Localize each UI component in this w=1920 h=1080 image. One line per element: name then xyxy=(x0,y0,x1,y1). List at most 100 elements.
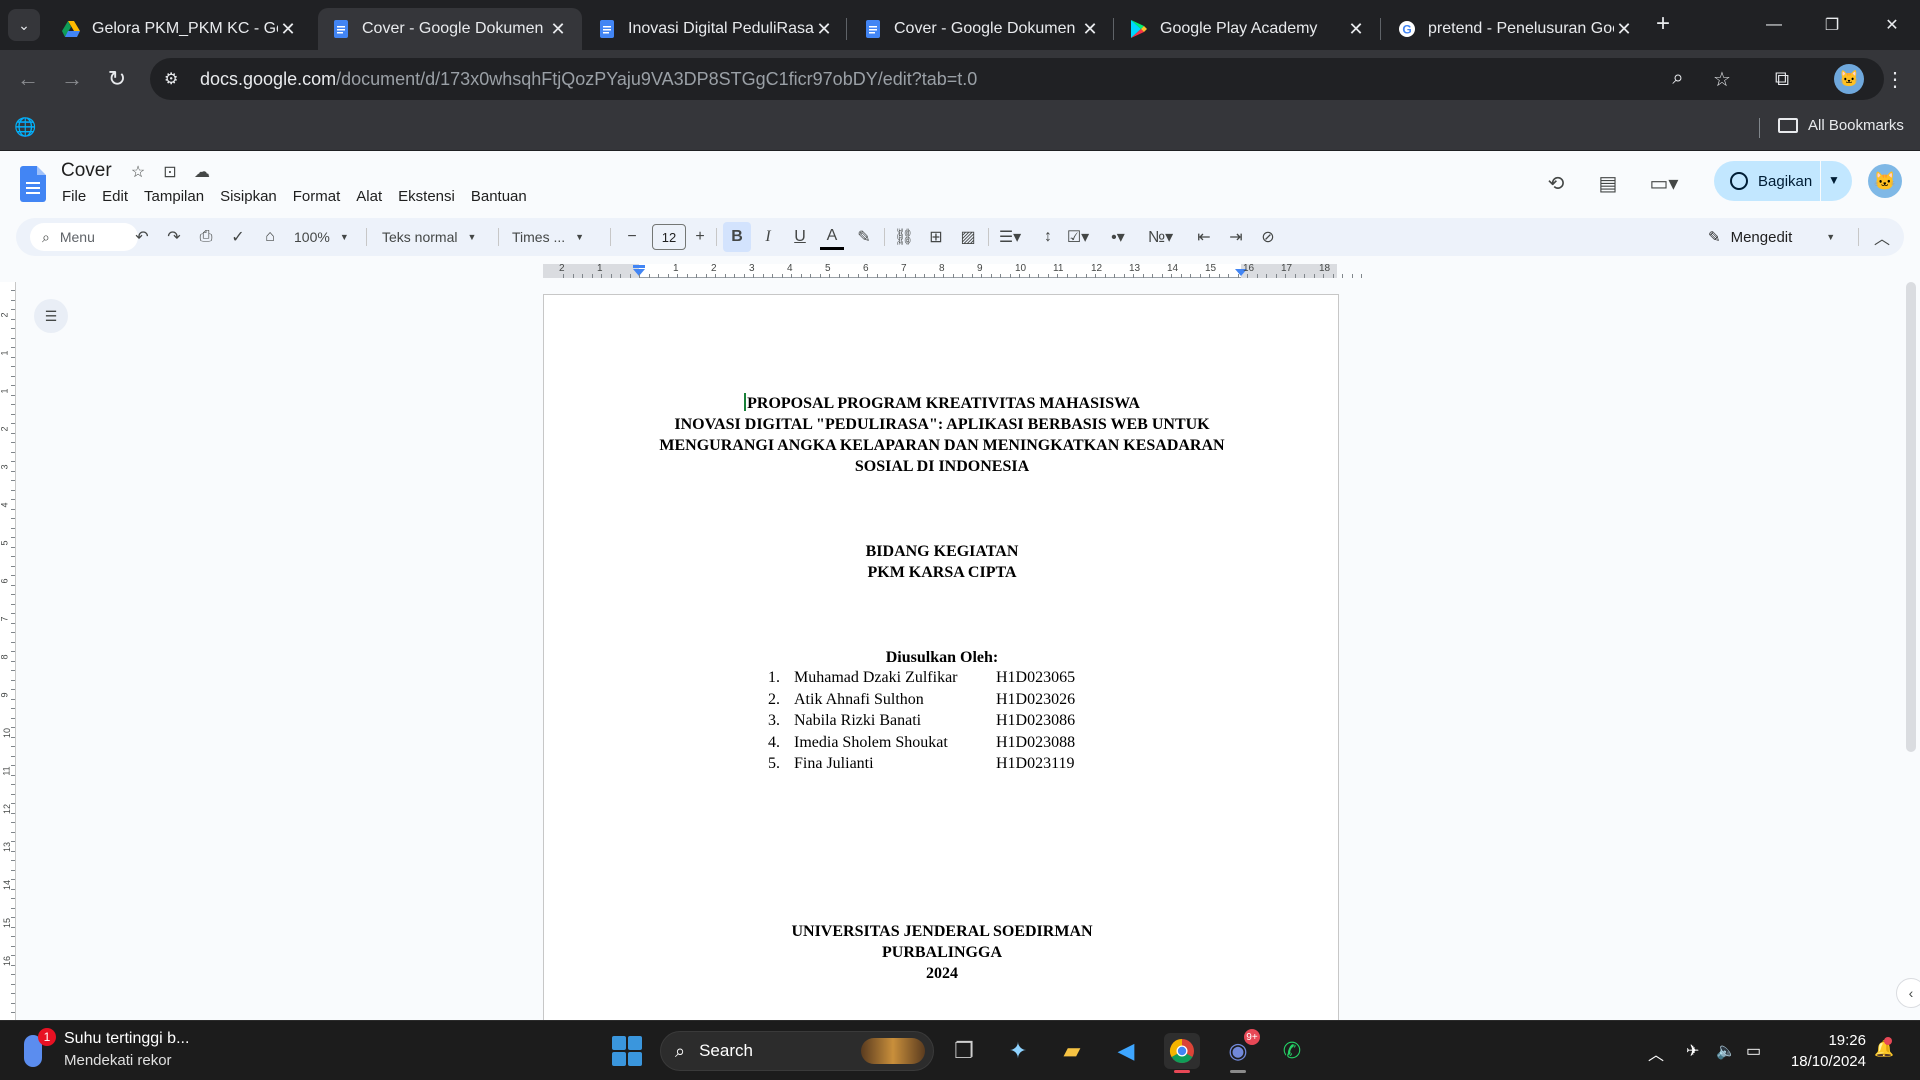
increase-font-size-icon[interactable]: + xyxy=(688,224,712,250)
bold-icon[interactable]: B xyxy=(725,224,749,250)
airplane-mode-icon[interactable]: ✈ xyxy=(1686,1041,1699,1061)
taskbar-search[interactable]: ⌕ Search xyxy=(660,1031,934,1071)
spellcheck-icon[interactable]: ✓ xyxy=(226,224,250,250)
numbered-list-icon[interactable]: №▾ xyxy=(1148,224,1173,250)
battery-icon[interactable]: ▭ xyxy=(1746,1041,1761,1061)
page-scrollbar[interactable] xyxy=(1906,282,1916,752)
print-icon[interactable]: ⎙ xyxy=(194,224,218,250)
menu-tools[interactable]: Alat xyxy=(356,188,382,205)
restore-button[interactable]: ❐ xyxy=(1812,10,1852,40)
chrome-icon[interactable] xyxy=(1164,1033,1200,1073)
close-tab-icon[interactable]: ✕ xyxy=(814,19,834,40)
menu-view[interactable]: Tampilan xyxy=(144,188,204,205)
copilot-icon[interactable]: ✦ xyxy=(1000,1033,1036,1069)
tab-pretend-search[interactable]: G pretend - Penelusuran Goo ✕ xyxy=(1384,8,1648,50)
chevron-down-icon[interactable]: ▼ xyxy=(1828,173,1840,187)
show-hidden-icons-icon[interactable]: ︿ xyxy=(1648,1041,1664,1065)
windows-start-icon[interactable] xyxy=(612,1036,642,1066)
proposer-heading[interactable]: Diusulkan Oleh: xyxy=(544,647,1340,668)
insert-link-icon[interactable]: ⛓ xyxy=(892,224,916,250)
tab-search-dropdown[interactable]: ⌄ xyxy=(8,9,40,41)
decrease-indent-icon[interactable]: ⇤ xyxy=(1192,224,1216,250)
new-tab-button[interactable]: + xyxy=(1648,9,1678,39)
first-line-indent-marker[interactable] xyxy=(633,265,645,268)
meet-camera-icon[interactable]: ▭▾ xyxy=(1648,167,1680,199)
align-icon[interactable]: ☰▾ xyxy=(998,224,1022,250)
system-clock[interactable]: 19:26 18/10/2024 xyxy=(1786,1030,1866,1072)
text-color-icon[interactable]: A xyxy=(820,224,844,250)
add-comment-icon[interactable]: ⊞ xyxy=(924,224,948,250)
increase-indent-icon[interactable]: ⇥ xyxy=(1224,224,1248,250)
whatsapp-icon[interactable]: ✆ xyxy=(1274,1033,1310,1069)
close-tab-icon[interactable]: ✕ xyxy=(278,19,298,40)
tab-inovasi-digital[interactable]: Inovasi Digital PeduliRasa / ✕ xyxy=(584,8,848,50)
site-info-icon[interactable]: ⚙ xyxy=(164,69,186,89)
menu-file[interactable]: File xyxy=(62,188,86,205)
notification-bell-icon[interactable]: 🔔 xyxy=(1874,1037,1894,1059)
comments-icon[interactable]: ▤ xyxy=(1592,167,1624,199)
tab-cover-2[interactable]: Cover - Google Dokumen ✕ xyxy=(850,8,1114,50)
menu-format[interactable]: Format xyxy=(293,188,341,205)
highlight-color-icon[interactable]: ✎ xyxy=(852,224,876,250)
field-block[interactable]: BIDANG KEGIATAN PKM KARSA CIPTA xyxy=(544,541,1340,583)
collapse-menus-icon[interactable]: ︿ xyxy=(1870,224,1894,250)
volume-icon[interactable]: 🔈 xyxy=(1716,1041,1736,1061)
menu-help[interactable]: Bantuan xyxy=(471,188,527,205)
document-title[interactable]: Cover xyxy=(61,160,112,182)
docs-logo-icon[interactable] xyxy=(20,166,46,202)
redo-icon[interactable]: ↷ xyxy=(162,224,186,250)
vscode-icon[interactable]: ◀ xyxy=(1108,1033,1144,1069)
horizontal-ruler[interactable]: 2 1 1 2 3 4 5 6 7 8 9 10 11 12 13 14 15 16 17 18 xyxy=(0,262,1920,280)
font-select[interactable]: Times ... ▼ xyxy=(512,224,584,250)
zoom-select[interactable]: 100% ▼ xyxy=(294,224,349,250)
italic-icon[interactable]: I xyxy=(756,224,780,250)
undo-icon[interactable]: ↶ xyxy=(130,224,154,250)
weather-title[interactable]: Suhu tertinggi b... xyxy=(64,1030,189,1048)
footer-block[interactable]: UNIVERSITAS JENDERAL SOEDIRMAN PURBALING… xyxy=(544,921,1340,984)
minimize-button[interactable]: — xyxy=(1754,10,1794,40)
close-tab-icon[interactable]: ✕ xyxy=(1346,19,1366,40)
discord-icon[interactable]: ◉ 9+ xyxy=(1220,1029,1260,1073)
underline-icon[interactable]: U xyxy=(788,224,812,250)
account-avatar[interactable]: 🐱 xyxy=(1868,164,1902,198)
checklist-icon[interactable]: ☑▾ xyxy=(1066,224,1090,250)
zoom-icon[interactable]: ⌕ xyxy=(1666,67,1690,90)
menu-edit[interactable]: Edit xyxy=(102,188,128,205)
task-view-icon[interactable]: ❐ xyxy=(946,1033,982,1069)
paragraph-style-select[interactable]: Teks normal ▼ xyxy=(382,224,476,250)
share-button[interactable]: Bagikan ▼ xyxy=(1714,161,1852,201)
version-history-icon[interactable]: ⟲ xyxy=(1540,167,1572,199)
menu-extensions[interactable]: Ekstensi xyxy=(398,188,455,205)
menu-search-input[interactable]: ⌕ Menu xyxy=(30,223,138,251)
weather-subtitle[interactable]: Mendekati rekor xyxy=(64,1052,172,1069)
close-tab-icon[interactable]: ✕ xyxy=(1080,19,1100,40)
back-button[interactable]: ← xyxy=(12,63,44,95)
browser-menu-icon[interactable]: ⋮ xyxy=(1880,63,1910,95)
star-icon[interactable]: ☆ xyxy=(128,162,148,182)
side-panel-toggle-icon[interactable]: ‹ xyxy=(1896,978,1920,1008)
all-bookmarks-button[interactable]: All Bookmarks xyxy=(1778,117,1904,134)
globe-bookmark-icon[interactable]: 🌐 xyxy=(14,117,36,139)
member-list[interactable]: 1. Muhamad Dzaki Zulfikar H1D023065 2. A… xyxy=(754,667,1075,775)
omnibox[interactable]: ⚙ docs.google.com/document/d/173x0whsqhF… xyxy=(150,58,1884,100)
menu-insert[interactable]: Sisipkan xyxy=(220,188,277,205)
clear-formatting-icon[interactable]: ⊘ xyxy=(1256,224,1280,250)
bulleted-list-icon[interactable]: •▾ xyxy=(1106,224,1130,250)
line-spacing-icon[interactable]: ↕ xyxy=(1036,224,1060,250)
profile-avatar[interactable]: 🐱 xyxy=(1834,64,1864,94)
document-page[interactable]: PROPOSAL PROGRAM KREATIVITAS MAHASISWA I… xyxy=(543,294,1339,1030)
forward-button[interactable]: → xyxy=(56,63,88,95)
tab-gelora-pkm[interactable]: Gelora PKM_PKM KC - Goo ✕ xyxy=(48,8,312,50)
file-explorer-icon[interactable]: ▰ xyxy=(1054,1033,1090,1069)
move-folder-icon[interactable]: ⊡ xyxy=(160,162,180,182)
font-size-input[interactable]: 12 xyxy=(652,224,686,250)
extensions-icon[interactable]: ⧉ xyxy=(1766,63,1798,95)
close-tab-icon[interactable]: ✕ xyxy=(1614,19,1634,40)
close-tab-icon[interactable]: ✕ xyxy=(548,19,568,40)
reload-button[interactable]: ↻ xyxy=(101,63,133,95)
tab-google-play-academy[interactable]: Google Play Academy ✕ xyxy=(1116,8,1380,50)
decrease-font-size-icon[interactable]: − xyxy=(620,224,644,250)
vertical-ruler[interactable]: 2 1 1 2 3 4 5 6 7 8 9 10 11 12 13 14 15 16 xyxy=(0,282,16,1023)
url-text[interactable]: docs.google.com/document/d/173x0whsqhFtj… xyxy=(200,69,977,90)
cloud-saved-icon[interactable]: ☁ xyxy=(192,162,212,182)
